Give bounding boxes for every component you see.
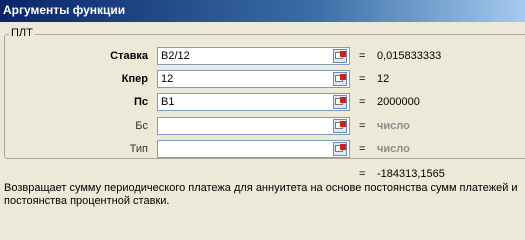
arg-value-nper: 12 — [161, 73, 174, 85]
arg-value-rate: B2/12 — [161, 50, 190, 62]
equals-sign: = — [359, 50, 366, 62]
collapse-dialog-icon[interactable] — [333, 119, 347, 133]
arg-field-pv[interactable]: B1 — [157, 93, 350, 111]
arg-field-fv[interactable] — [157, 117, 350, 135]
arg-result-fv: число — [377, 120, 410, 132]
dialog-title: Аргументы функции — [3, 3, 126, 17]
collapse-dialog-icon[interactable] — [333, 142, 347, 156]
collapse-dialog-icon[interactable] — [333, 95, 347, 109]
arg-field-nper[interactable]: 12 — [157, 70, 350, 88]
arg-result-type: число — [377, 143, 410, 155]
arg-field-type[interactable] — [157, 140, 350, 158]
arg-label-type: Тип — [129, 143, 148, 155]
collapse-dialog-icon[interactable] — [333, 49, 347, 63]
arg-field-rate[interactable]: B2/12 — [157, 47, 350, 65]
formula-result: -184313,1565 — [377, 168, 445, 180]
equals-sign: = — [359, 96, 366, 108]
equals-sign: = — [359, 120, 366, 132]
arg-result-rate: 0,015833333 — [377, 50, 442, 62]
arg-label-pv: Пс — [133, 96, 148, 108]
dialog-title-bar[interactable]: Аргументы функции — [0, 0, 525, 22]
arg-result-nper: 12 — [377, 73, 390, 85]
equals-sign: = — [359, 168, 366, 180]
function-description: Возвращает сумму периодического платежа … — [4, 182, 518, 207]
arg-label-fv: Бс — [135, 120, 148, 132]
arg-value-pv: B1 — [161, 96, 175, 108]
collapse-dialog-icon[interactable] — [333, 72, 347, 86]
function-name-label: ПЛТ — [9, 27, 35, 39]
arg-result-pv: 2000000 — [377, 96, 420, 108]
equals-sign: = — [359, 143, 366, 155]
arg-label-nper: Кпер — [121, 73, 148, 85]
equals-sign: = — [359, 73, 366, 85]
arg-label-rate: Ставка — [110, 50, 148, 62]
